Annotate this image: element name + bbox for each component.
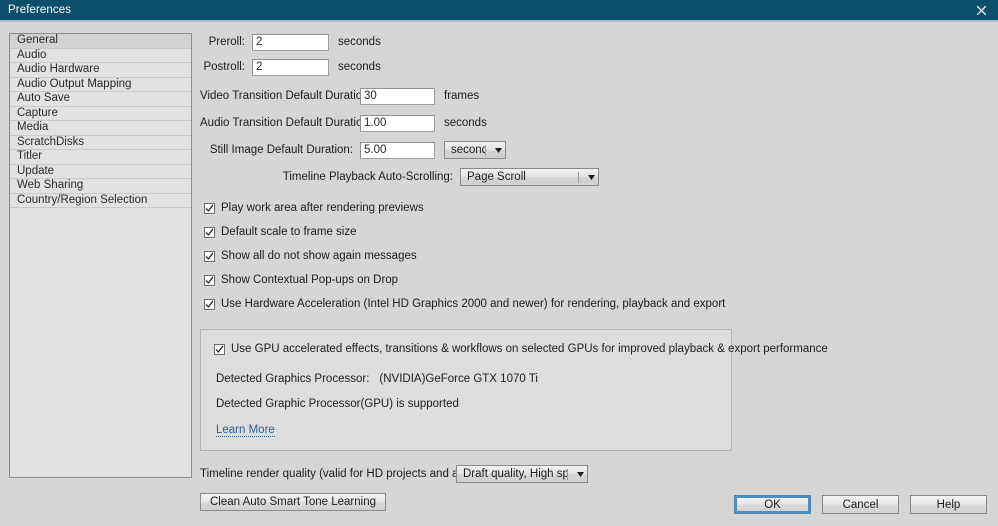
video-transition-input[interactable] bbox=[360, 88, 435, 105]
ok-button[interactable]: OK bbox=[734, 495, 811, 514]
postroll-label: Postroll: bbox=[200, 61, 252, 73]
sidebar-item-label: General bbox=[17, 34, 58, 46]
sidebar-item-label: Capture bbox=[17, 107, 58, 119]
gpu-supported-status: Detected Graphic Processor(GPU) is suppo… bbox=[214, 398, 718, 410]
checkbox-icon[interactable] bbox=[204, 299, 215, 310]
sidebar-item-audio-hardware[interactable]: Audio Hardware bbox=[10, 63, 191, 78]
sidebar-item-label: Audio Output Mapping bbox=[17, 78, 131, 90]
chevron-down-icon bbox=[584, 175, 598, 180]
chevron-down-icon bbox=[573, 472, 587, 477]
titlebar-divider bbox=[0, 20, 998, 22]
render-quality-value: Draft quality, High speed bbox=[457, 468, 567, 480]
sidebar-item-auto-save[interactable]: Auto Save bbox=[10, 92, 191, 107]
render-quality-row: Timeline render quality (valid for HD pr… bbox=[200, 465, 990, 483]
auto-scrolling-dropdown[interactable]: Page Scroll bbox=[460, 168, 599, 186]
sidebar-item-general[interactable]: General bbox=[10, 34, 191, 49]
auto-scrolling-row: Timeline Playback Auto-Scrolling: Page S… bbox=[200, 168, 990, 186]
checkbox-label: Use GPU accelerated effects, transitions… bbox=[231, 343, 828, 355]
video-transition-row: Video Transition Default Duration: frame… bbox=[200, 87, 990, 105]
gpu-settings-panel: Use GPU accelerated effects, transitions… bbox=[200, 329, 732, 451]
render-quality-dropdown[interactable]: Draft quality, High speed bbox=[456, 465, 588, 483]
dialog-footer: OK Cancel Help bbox=[0, 495, 998, 526]
sidebar-item-label: ScratchDisks bbox=[17, 136, 84, 148]
sidebar-item-country-region-selection[interactable]: Country/Region Selection bbox=[10, 194, 191, 209]
checkbox-icon[interactable] bbox=[204, 275, 215, 286]
help-button[interactable]: Help bbox=[910, 495, 987, 514]
combo-divider bbox=[485, 145, 486, 156]
postroll-unit: seconds bbox=[329, 61, 381, 73]
audio-transition-input[interactable] bbox=[360, 115, 435, 132]
sidebar-item-audio[interactable]: Audio bbox=[10, 49, 191, 64]
video-transition-label: Video Transition Default Duration: bbox=[200, 90, 360, 102]
detected-graphics-processor-row: Detected Graphics Processor:(NVIDIA)GeFo… bbox=[214, 373, 718, 385]
checkbox-label: Play work area after rendering previews bbox=[221, 202, 424, 214]
checkbox-icon[interactable] bbox=[204, 203, 215, 214]
general-options-group: Play work area after rendering previews … bbox=[200, 200, 990, 312]
sidebar-item-label: Media bbox=[17, 121, 48, 133]
preroll-input[interactable] bbox=[252, 34, 329, 51]
checkbox-use-hardware-acceleration[interactable]: Use Hardware Acceleration (Intel HD Grap… bbox=[204, 296, 990, 312]
detected-graphics-processor-label: Detected Graphics Processor: bbox=[216, 373, 369, 385]
category-list[interactable]: General Audio Audio Hardware Audio Outpu… bbox=[9, 33, 192, 478]
checkbox-label: Use Hardware Acceleration (Intel HD Grap… bbox=[221, 298, 725, 310]
still-image-unit-value: seconds bbox=[445, 144, 485, 156]
sidebar-item-label: Country/Region Selection bbox=[17, 194, 147, 206]
still-image-row: Still Image Default Duration: seconds bbox=[200, 141, 990, 159]
checkbox-icon[interactable] bbox=[214, 344, 225, 355]
sidebar-item-label: Web Sharing bbox=[17, 179, 83, 191]
sidebar-item-scratchdisks[interactable]: ScratchDisks bbox=[10, 136, 191, 151]
sidebar-item-capture[interactable]: Capture bbox=[10, 107, 191, 122]
close-icon[interactable] bbox=[964, 0, 998, 20]
sidebar-item-label: Update bbox=[17, 165, 54, 177]
checkbox-label: Default scale to frame size bbox=[221, 226, 357, 238]
audio-transition-unit: seconds bbox=[435, 117, 487, 129]
still-image-label: Still Image Default Duration: bbox=[200, 144, 360, 156]
preferences-general-pane: Preroll: seconds Postroll: seconds Video… bbox=[200, 33, 990, 511]
combo-divider bbox=[578, 172, 579, 183]
postroll-input[interactable] bbox=[252, 59, 329, 76]
audio-transition-label: Audio Transition Default Duration: bbox=[200, 117, 360, 129]
still-image-unit-dropdown[interactable]: seconds bbox=[444, 141, 506, 159]
video-transition-unit: frames bbox=[435, 90, 479, 102]
sidebar-item-label: Titler bbox=[17, 150, 42, 162]
learn-more-link[interactable]: Learn More bbox=[216, 424, 275, 437]
window-titlebar: Preferences bbox=[0, 0, 998, 20]
detected-graphics-processor-value: (NVIDIA)GeForce GTX 1070 Ti bbox=[369, 373, 538, 385]
checkbox-icon[interactable] bbox=[204, 227, 215, 238]
checkbox-default-scale-to-frame-size[interactable]: Default scale to frame size bbox=[204, 224, 990, 240]
sidebar-item-audio-output-mapping[interactable]: Audio Output Mapping bbox=[10, 78, 191, 93]
preroll-unit: seconds bbox=[329, 36, 381, 48]
sidebar-item-web-sharing[interactable]: Web Sharing bbox=[10, 179, 191, 194]
sidebar-item-label: Audio Hardware bbox=[17, 63, 99, 75]
sidebar-item-label: Auto Save bbox=[17, 92, 70, 104]
sidebar-item-label: Audio bbox=[17, 49, 46, 61]
checkbox-use-gpu-accelerated-effects[interactable]: Use GPU accelerated effects, transitions… bbox=[214, 341, 718, 357]
checkbox-label: Show all do not show again messages bbox=[221, 250, 417, 262]
render-quality-label: Timeline render quality (valid for HD pr… bbox=[200, 468, 456, 480]
checkbox-show-all-do-not-show-again[interactable]: Show all do not show again messages bbox=[204, 248, 990, 264]
checkbox-play-work-area[interactable]: Play work area after rendering previews bbox=[204, 200, 990, 216]
checkbox-label: Show Contextual Pop-ups on Drop bbox=[221, 274, 398, 286]
sidebar-item-titler[interactable]: Titler bbox=[10, 150, 191, 165]
auto-scrolling-label: Timeline Playback Auto-Scrolling: bbox=[200, 171, 460, 183]
sidebar-item-update[interactable]: Update bbox=[10, 165, 191, 180]
postroll-row: Postroll: seconds bbox=[200, 58, 990, 76]
chevron-down-icon bbox=[491, 148, 505, 153]
audio-transition-row: Audio Transition Default Duration: secon… bbox=[200, 114, 990, 132]
checkbox-icon[interactable] bbox=[204, 251, 215, 262]
cancel-button[interactable]: Cancel bbox=[822, 495, 899, 514]
still-image-input[interactable] bbox=[360, 142, 435, 159]
combo-divider bbox=[567, 469, 568, 480]
sidebar-item-media[interactable]: Media bbox=[10, 121, 191, 136]
auto-scrolling-value: Page Scroll bbox=[461, 171, 578, 183]
window-title: Preferences bbox=[0, 4, 71, 16]
preroll-label: Preroll: bbox=[200, 36, 252, 48]
checkbox-show-contextual-popups[interactable]: Show Contextual Pop-ups on Drop bbox=[204, 272, 990, 288]
preroll-row: Preroll: seconds bbox=[200, 33, 990, 51]
